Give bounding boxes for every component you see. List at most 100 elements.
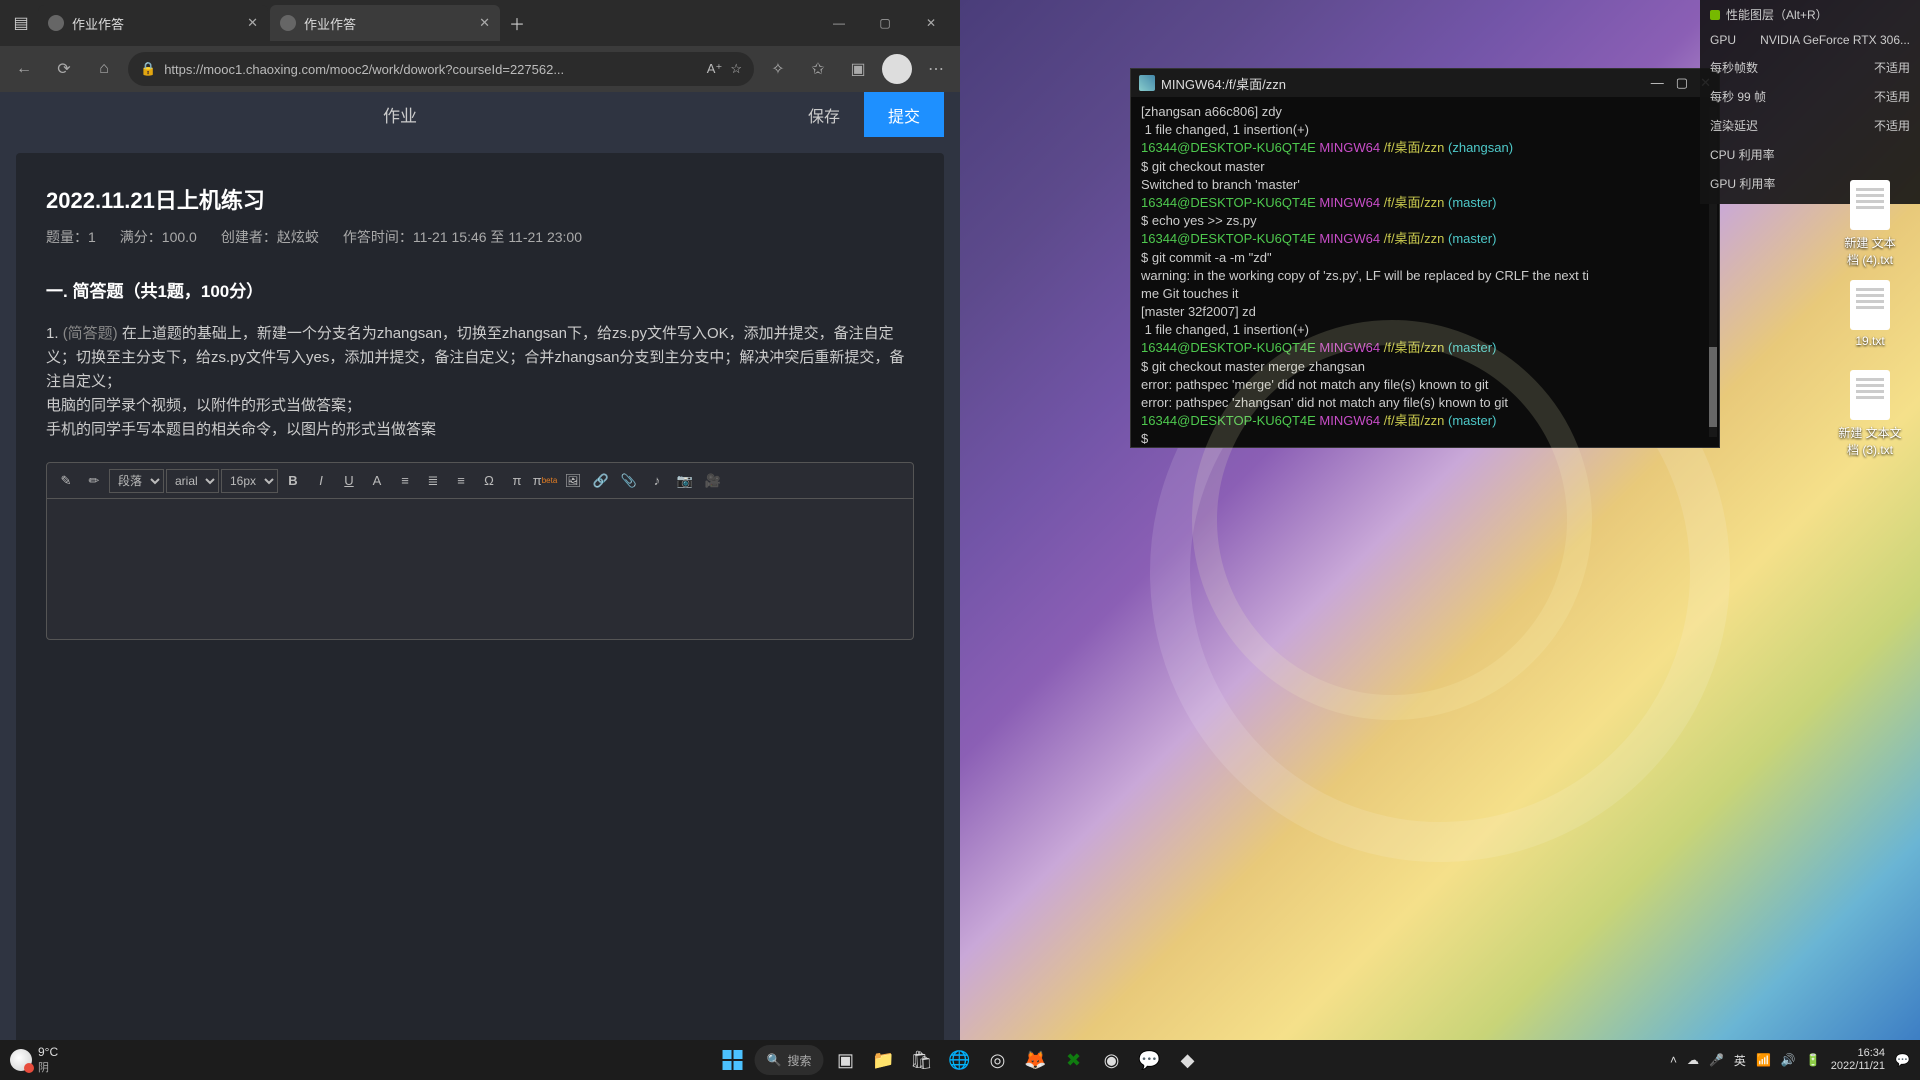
terminal-window: MINGW64:/f/桌面/zzn — ▢ ✕ [zhangsan a66c80… <box>1130 68 1720 448</box>
microphone-icon[interactable]: 🎤 <box>1709 1053 1724 1067</box>
refresh-button[interactable]: ⟳ <box>48 53 80 85</box>
tab-actions-icon[interactable]: ▤ <box>6 8 36 38</box>
terminal-titlebar[interactable]: MINGW64:/f/桌面/zzn — ▢ ✕ <box>1131 69 1719 97</box>
assignment-content: 2022.11.21日上机练习 题量：1 满分：100.0 创建者：赵炫蛟 作答… <box>16 153 944 1064</box>
explorer-icon[interactable]: 📁 <box>867 1044 899 1076</box>
menu-icon[interactable]: ⋯ <box>920 53 952 85</box>
terminal-line: 16344@DESKTOP-KU6QT4E MINGW64 /f/桌面/zzn … <box>1141 139 1709 157</box>
close-button[interactable]: ✕ <box>908 5 954 41</box>
align-center-icon[interactable]: ≣ <box>420 468 446 494</box>
image-icon[interactable]: 🖼 <box>560 468 586 494</box>
editor-textarea[interactable] <box>47 499 913 639</box>
terminal-line: [master 32f2007] zd <box>1141 303 1709 321</box>
store-icon[interactable]: 🛍 <box>905 1044 937 1076</box>
wechat-icon[interactable]: 💬 <box>1133 1044 1165 1076</box>
font-color-button[interactable]: A <box>364 468 390 494</box>
extensions-icon[interactable]: ✧ <box>762 53 794 85</box>
wifi-icon[interactable]: 📶 <box>1756 1053 1771 1067</box>
align-right-icon[interactable]: ≡ <box>448 468 474 494</box>
eraser-icon[interactable]: ✎ <box>53 468 79 494</box>
app-icon[interactable]: ◉ <box>1095 1044 1127 1076</box>
taskbar-search[interactable]: 🔍搜索 <box>755 1045 824 1075</box>
terminal-line: 16344@DESKTOP-KU6QT4E MINGW64 /f/桌面/zzn … <box>1141 339 1709 357</box>
camera-icon[interactable]: 📷 <box>672 468 698 494</box>
file-icon <box>1850 280 1890 330</box>
gpu-overlay-header: 性能图层（Alt+R） <box>1710 6 1910 27</box>
dell-icon[interactable]: ◎ <box>981 1044 1013 1076</box>
terminal-title-text: MINGW64:/f/桌面/zzn <box>1161 74 1286 93</box>
terminal-line: 1 file changed, 1 insertion(+) <box>1141 121 1709 139</box>
reader-icon[interactable]: A⁺ <box>707 61 723 77</box>
gpu-overlay: 性能图层（Alt+R） GPUNVIDIA GeForce RTX 306...… <box>1700 0 1920 204</box>
gpu-stat-row: GPUNVIDIA GeForce RTX 306... <box>1710 27 1910 53</box>
battery-icon[interactable]: 🔋 <box>1806 1053 1821 1067</box>
notifications-icon[interactable]: 💬 <box>1895 1053 1910 1067</box>
assignment-meta: 题量：1 满分：100.0 创建者：赵炫蛟 作答时间：11-21 15:46 至… <box>46 227 914 247</box>
close-icon[interactable]: ✕ <box>247 15 258 31</box>
star-icon[interactable]: ☆ <box>730 61 742 77</box>
taskbar-clock[interactable]: 16:34 2022/11/21 <box>1831 1047 1885 1073</box>
brush-icon[interactable]: ✏ <box>81 468 107 494</box>
attachment-icon[interactable]: 📎 <box>616 468 642 494</box>
firefox-icon[interactable]: 🦊 <box>1019 1044 1051 1076</box>
link-icon[interactable]: 🔗 <box>588 468 614 494</box>
desktop[interactable]: MINGW64:/f/桌面/zzn — ▢ ✕ [zhangsan a66c80… <box>960 0 1920 1040</box>
align-left-icon[interactable]: ≡ <box>392 468 418 494</box>
pi-icon[interactable]: π <box>504 468 530 494</box>
editor-toolbar: ✎ ✏ 段落 arial 16px B I U A ≡ ≣ ≡ Ω π πbet… <box>47 463 913 499</box>
address-bar: ← ⟳ ⌂ 🔒 https://mooc1.chaoxing.com/mooc2… <box>0 46 960 92</box>
taskbar: 9°C 阴 🔍搜索 ▣ 📁 🛍 🌐 ◎ 🦊 ✖ ◉ 💬 ◆ ˄ ☁ 🎤 英 📶 … <box>0 1040 1920 1080</box>
profile-avatar[interactable] <box>882 54 912 84</box>
xbox-icon[interactable]: ✖ <box>1057 1044 1089 1076</box>
video-icon[interactable]: 🎥 <box>700 468 726 494</box>
save-button[interactable]: 保存 <box>784 92 864 137</box>
omega-icon[interactable]: Ω <box>476 468 502 494</box>
assignment-title: 2022.11.21日上机练习 <box>46 183 914 215</box>
task-view-icon[interactable]: ▣ <box>829 1044 861 1076</box>
underline-button[interactable]: U <box>336 468 362 494</box>
desktop-file-icon[interactable]: 新建 文本文 档 (3).txt <box>1830 370 1910 458</box>
bold-button[interactable]: B <box>280 468 306 494</box>
system-tray: ˄ ☁ 🎤 英 📶 🔊 🔋 16:34 2022/11/21 💬 <box>1670 1047 1910 1073</box>
desktop-file-icon[interactable]: 新建 文本 档 (4).txt <box>1830 180 1910 268</box>
start-button[interactable] <box>717 1044 749 1076</box>
tray-chevron-icon[interactable]: ˄ <box>1670 1053 1677 1067</box>
desktop-file-icon[interactable]: 19.txt <box>1830 280 1910 348</box>
assignment-topbar: 作业 保存 提交 <box>0 92 960 137</box>
favorites-icon[interactable]: ✩ <box>802 53 834 85</box>
url-input[interactable]: 🔒 https://mooc1.chaoxing.com/mooc2/work/… <box>128 52 754 86</box>
weather-widget[interactable]: 9°C 阴 <box>10 1045 58 1075</box>
url-text: https://mooc1.chaoxing.com/mooc2/work/do… <box>164 62 699 77</box>
home-button[interactable]: ⌂ <box>88 53 120 85</box>
gpu-stat-row: 每秒 99 帧不适用 <box>1710 82 1910 111</box>
ime-indicator[interactable]: 英 <box>1734 1052 1746 1069</box>
globe-icon <box>48 15 64 31</box>
file-icon <box>1850 370 1890 420</box>
formula-icon[interactable]: πbeta <box>532 468 558 494</box>
volume-icon[interactable]: 🔊 <box>1781 1053 1796 1067</box>
format-select[interactable]: 段落 <box>109 469 164 493</box>
tab-1[interactable]: 作业作答 ✕ <box>270 5 500 41</box>
minimize-button[interactable]: — <box>1651 75 1664 91</box>
git-icon[interactable]: ◆ <box>1171 1044 1203 1076</box>
close-icon[interactable]: ✕ <box>479 15 490 31</box>
new-tab-button[interactable]: ＋ <box>502 8 532 38</box>
weather-temp: 9°C <box>38 1045 58 1059</box>
collections-icon[interactable]: ▣ <box>842 53 874 85</box>
submit-button[interactable]: 提交 <box>864 92 944 137</box>
topbar-title: 作业 <box>16 102 784 127</box>
back-button[interactable]: ← <box>8 53 40 85</box>
maximize-button[interactable]: ▢ <box>862 5 908 41</box>
terminal-line: 1 file changed, 1 insertion(+) <box>1141 321 1709 339</box>
section-title: 一. 简答题（共1题，100分） <box>46 277 914 302</box>
terminal-body[interactable]: [zhangsan a66c806] zdy 1 file changed, 1… <box>1131 97 1719 447</box>
minimize-button[interactable]: — <box>816 5 862 41</box>
edge-icon[interactable]: 🌐 <box>943 1044 975 1076</box>
font-select[interactable]: arial <box>166 469 219 493</box>
italic-button[interactable]: I <box>308 468 334 494</box>
audio-icon[interactable]: ♪ <box>644 468 670 494</box>
onedrive-icon[interactable]: ☁ <box>1687 1053 1699 1067</box>
size-select[interactable]: 16px <box>221 469 278 493</box>
tab-0[interactable]: 作业作答 ✕ <box>38 5 268 41</box>
maximize-button[interactable]: ▢ <box>1676 75 1688 91</box>
